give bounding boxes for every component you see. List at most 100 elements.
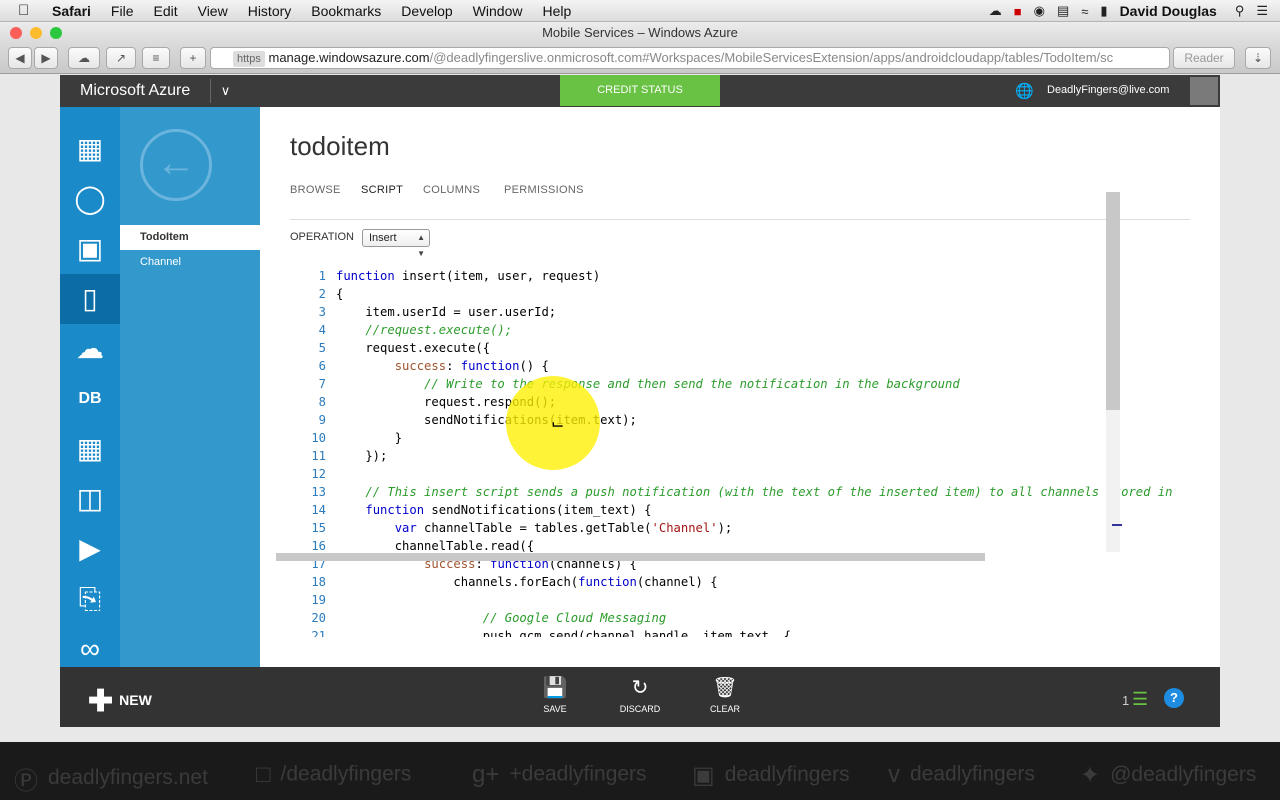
code-line[interactable]: 10 } <box>300 429 1180 447</box>
display-tray-icon[interactable]: ▤ <box>1057 3 1069 19</box>
close-window-button[interactable] <box>10 27 22 39</box>
code-token: // This insert script sends a push notif… <box>365 485 1180 499</box>
editor-horizontal-scroll-thumb[interactable] <box>276 553 985 561</box>
code-line[interactable]: 7 // Write to the response and then send… <box>300 375 1180 393</box>
code-line[interactable]: 15 var channelTable = tables.getTable('C… <box>300 519 1180 537</box>
service-icon-rail: ▦ ◯ ▣ ▯ ☁ DB ▦ ◫ ▶ ⎘ ∞ <box>60 107 120 667</box>
discard-label: DISCARD <box>619 704 661 714</box>
menu-edit[interactable]: Edit <box>153 3 177 19</box>
code-line[interactable]: 1 function insert(item, user, request) <box>300 267 1180 285</box>
table-subnav: ← TodoItem Channel <box>120 107 260 667</box>
visual-studio-icon[interactable]: ∞ <box>60 624 120 667</box>
code-line[interactable]: 8 request.respond(); <box>300 393 1180 411</box>
battery-icon[interactable]: ▮ <box>1100 3 1107 19</box>
record-tray-icon[interactable]: ■ <box>1014 4 1022 19</box>
code-line[interactable]: 2{ <box>300 285 1180 303</box>
line-number: 5 <box>318 341 326 355</box>
service-bus-icon[interactable]: ⎘ <box>60 574 120 624</box>
code-token: channels.forEach( <box>336 575 579 589</box>
cloud-services-icon[interactable]: ☁ <box>60 324 120 374</box>
websites-globe-icon[interactable]: ◯ <box>60 174 120 224</box>
wifi-icon[interactable]: ≈ <box>1081 4 1088 19</box>
cloud-tray-icon[interactable]: ☁ <box>989 3 1002 19</box>
menu-history[interactable]: History <box>248 3 292 19</box>
code-line[interactable]: 14 function sendNotifications(item_text)… <box>300 501 1180 519</box>
code-line[interactable]: 3 item.userId = user.userId; <box>300 303 1180 321</box>
spotlight-search-icon[interactable]: ⚲ <box>1235 3 1245 19</box>
reader-button[interactable]: Reader <box>1173 47 1235 69</box>
zoom-window-button[interactable] <box>50 27 62 39</box>
new-button[interactable]: ✚ NEW <box>88 684 152 719</box>
code-line[interactable]: 6 success: function() { <box>300 357 1180 375</box>
save-disk-icon: 💾 <box>542 677 568 699</box>
minimize-window-button[interactable] <box>30 27 42 39</box>
subnav-item-todoitem[interactable]: TodoItem <box>120 225 260 250</box>
code-line[interactable]: 11 }); <box>300 447 1180 465</box>
back-button[interactable]: ◀ <box>8 47 32 69</box>
sidebar-button[interactable]: ≡ <box>142 47 170 69</box>
chevron-down-icon[interactable]: ∨ <box>210 79 240 103</box>
line-number: 12 <box>311 467 326 481</box>
tab-browse[interactable]: BROWSE <box>290 184 341 196</box>
notification-list-icon[interactable]: ☰ <box>1132 689 1148 710</box>
code-line[interactable]: 4 //request.execute(); <box>300 321 1180 339</box>
code-line[interactable]: 18 channels.forEach(function(channel) { <box>300 573 1180 591</box>
menu-view[interactable]: View <box>198 3 228 19</box>
back-arrow-icon[interactable]: ← <box>140 129 212 201</box>
address-bar[interactable]: https manage.windowsazure.com/@deadlyfin… <box>210 47 1170 69</box>
vimeo-icon: v <box>888 761 900 788</box>
menu-help[interactable]: Help <box>542 3 571 19</box>
help-button[interactable]: ? <box>1164 688 1184 708</box>
notification-center-icon[interactable]: ☰ <box>1256 3 1268 19</box>
menu-develop[interactable]: Develop <box>401 3 452 19</box>
media-services-icon[interactable]: ▶ <box>60 524 120 574</box>
code-token: : <box>446 359 461 373</box>
subnav-item-channel[interactable]: Channel <box>120 250 260 275</box>
editor-vertical-scroll-thumb[interactable] <box>1106 192 1120 410</box>
globe-icon[interactable]: 🌐 <box>1015 82 1034 100</box>
downloads-button[interactable]: ⇣ <box>1245 47 1271 69</box>
menu-window[interactable]: Window <box>473 3 523 19</box>
code-line[interactable]: 9 sendNotifications(item.text); <box>300 411 1180 429</box>
hdinsight-icon[interactable]: ◫ <box>60 474 120 524</box>
icloud-tabs-button[interactable]: ☁ <box>68 47 100 69</box>
text-cursor-icon: ⌙ <box>551 416 565 433</box>
url-host: manage.windowsazure.com <box>268 50 430 65</box>
code-line[interactable]: 13 // This insert script sends a push no… <box>300 483 1180 501</box>
menu-safari[interactable]: Safari <box>52 3 91 19</box>
credit-status-button[interactable]: CREDIT STATUS <box>560 75 720 106</box>
code-line[interactable]: 12 <box>300 465 1180 483</box>
share-button[interactable]: ↗ <box>106 47 136 69</box>
account-name[interactable]: DeadlyFingers@live.com <box>1047 84 1169 96</box>
code-line[interactable]: 19 <box>300 591 1180 609</box>
code-line[interactable]: 21 push.gcm.send(channel.handle, item.te… <box>300 627 1180 637</box>
tab-columns[interactable]: COLUMNS <box>423 184 480 196</box>
save-button[interactable]: 💾 SAVE <box>525 675 585 714</box>
script-editor[interactable]: 1 function insert(item, user, request) 2{3… <box>300 267 1180 637</box>
all-items-grid-icon[interactable]: ▦ <box>60 124 120 174</box>
storage-table-icon[interactable]: ▦ <box>60 424 120 474</box>
clear-button[interactable]: 🗑 CLEAR <box>695 675 755 714</box>
tab-script[interactable]: SCRIPT <box>361 184 403 196</box>
line-number: 15 <box>311 521 326 535</box>
microphone-tray-icon[interactable]: ◉ <box>1034 3 1045 19</box>
notification-count[interactable]: 1 <box>1122 693 1129 708</box>
window-bottom-gap <box>0 727 1280 742</box>
apple-menu-icon[interactable]:  <box>18 2 38 19</box>
mobile-services-icon[interactable]: ▯ <box>60 274 120 324</box>
discard-button[interactable]: ↻ DISCARD <box>610 675 670 714</box>
code-line[interactable]: 5 request.execute({ <box>300 339 1180 357</box>
new-tab-button[interactable]: + <box>180 47 206 69</box>
menu-bookmarks[interactable]: Bookmarks <box>311 3 381 19</box>
sql-database-icon[interactable]: DB <box>60 374 120 424</box>
virtual-machines-icon[interactable]: ▣ <box>60 224 120 274</box>
forward-button[interactable]: ▶ <box>34 47 58 69</box>
code-token: { <box>336 287 344 301</box>
menu-user[interactable]: David Douglas <box>1120 3 1217 19</box>
portal-brand[interactable]: Microsoft Azure <box>80 82 190 100</box>
menu-file[interactable]: File <box>111 3 134 19</box>
avatar[interactable] <box>1190 77 1218 105</box>
operation-select[interactable]: Insert ▲ ▼ <box>362 229 430 258</box>
tab-permissions[interactable]: PERMISSIONS <box>504 184 584 196</box>
code-line[interactable]: 20 // Google Cloud Messaging <box>300 609 1180 627</box>
